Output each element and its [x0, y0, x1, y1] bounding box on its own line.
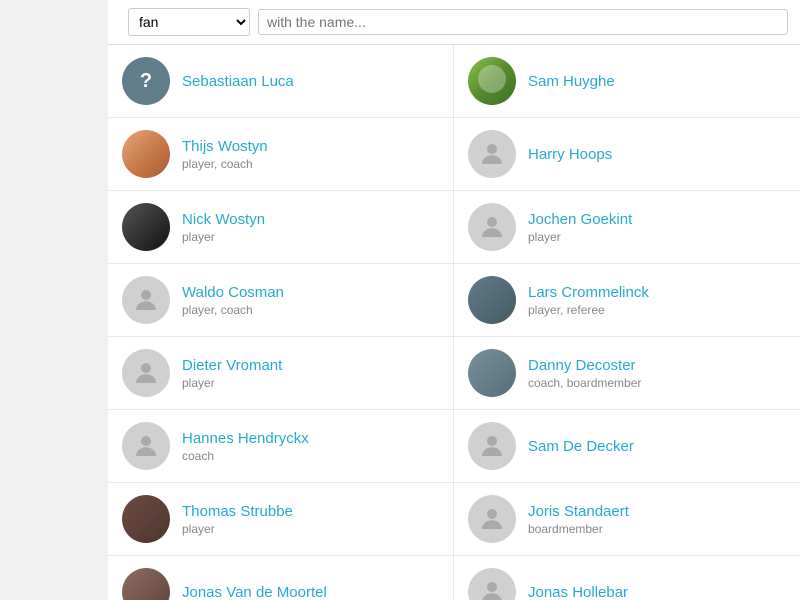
avatar — [122, 349, 170, 397]
search-select[interactable]: fanplayercoachrefereeboardmember — [128, 8, 250, 36]
search-input[interactable] — [258, 9, 788, 35]
person-card[interactable]: Nick Wostyn player — [108, 191, 454, 264]
person-name[interactable]: Sebastiaan Luca — [182, 73, 294, 90]
person-name[interactable]: Harry Hoops — [528, 146, 612, 163]
person-card[interactable]: Waldo Cosman player, coach — [108, 264, 454, 337]
person-role: coach — [182, 449, 309, 463]
person-name[interactable]: Thijs Wostyn — [182, 138, 268, 155]
person-info: Hannes Hendryckx coach — [182, 430, 309, 463]
person-info: Sam De Decker — [528, 438, 634, 455]
person-info: Danny Decoster coach, boardmember — [528, 357, 641, 390]
search-bar: fanplayercoachrefereeboardmember — [108, 0, 800, 45]
avatar — [468, 495, 516, 543]
person-card[interactable]: Thomas Strubbe player — [108, 483, 454, 556]
avatar — [468, 349, 516, 397]
person-name[interactable]: Jonas Hollebar — [528, 584, 628, 600]
avatar: ? — [122, 57, 170, 105]
avatar — [468, 57, 516, 105]
person-card[interactable]: Danny Decoster coach, boardmember — [454, 337, 800, 410]
person-name[interactable]: Waldo Cosman — [182, 284, 284, 301]
person-info: Lars Crommelinck player, referee — [528, 284, 649, 317]
avatar — [468, 422, 516, 470]
person-card[interactable]: Jonas Van de Moortel — [108, 556, 454, 600]
person-name[interactable]: Joris Standaert — [528, 503, 629, 520]
avatar — [468, 203, 516, 251]
person-role: player — [528, 230, 632, 244]
person-info: Jonas Hollebar — [528, 584, 628, 600]
main-content: fanplayercoachrefereeboardmember ? Sebas… — [108, 0, 800, 600]
person-role: boardmember — [528, 522, 629, 536]
page-wrapper: fanplayercoachrefereeboardmember ? Sebas… — [0, 0, 800, 600]
person-info: Jonas Van de Moortel — [182, 584, 327, 600]
person-role: player — [182, 522, 293, 536]
persons-grid: ? Sebastiaan Luca Sam Huyghe Thijs Wosty… — [108, 45, 800, 600]
person-card[interactable]: Jochen Goekint player — [454, 191, 800, 264]
person-card[interactable]: Jonas Hollebar — [454, 556, 800, 600]
avatar — [122, 203, 170, 251]
person-card[interactable]: Thijs Wostyn player, coach — [108, 118, 454, 191]
person-card[interactable]: ? Sebastiaan Luca — [108, 45, 454, 118]
person-role: player, coach — [182, 303, 284, 317]
person-role: player, coach — [182, 157, 268, 171]
person-info: Thomas Strubbe player — [182, 503, 293, 536]
person-role: player — [182, 230, 265, 244]
person-info: Joris Standaert boardmember — [528, 503, 629, 536]
person-info: Thijs Wostyn player, coach — [182, 138, 268, 171]
person-info: Sebastiaan Luca — [182, 73, 294, 90]
person-card[interactable]: Hannes Hendryckx coach — [108, 410, 454, 483]
sidebar — [0, 0, 108, 600]
avatar — [122, 276, 170, 324]
person-name[interactable]: Danny Decoster — [528, 357, 641, 374]
avatar — [122, 422, 170, 470]
person-name[interactable]: Sam Huyghe — [528, 73, 615, 90]
person-info: Dieter Vromant player — [182, 357, 282, 390]
person-name[interactable]: Lars Crommelinck — [528, 284, 649, 301]
person-card[interactable]: Joris Standaert boardmember — [454, 483, 800, 556]
person-name[interactable]: Hannes Hendryckx — [182, 430, 309, 447]
avatar — [122, 130, 170, 178]
person-info: Jochen Goekint player — [528, 211, 632, 244]
avatar — [122, 568, 170, 600]
person-card[interactable]: Dieter Vromant player — [108, 337, 454, 410]
avatar — [468, 130, 516, 178]
person-name[interactable]: Thomas Strubbe — [182, 503, 293, 520]
person-card[interactable]: Lars Crommelinck player, referee — [454, 264, 800, 337]
person-info: Nick Wostyn player — [182, 211, 265, 244]
person-card[interactable]: Harry Hoops — [454, 118, 800, 191]
person-card[interactable]: Sam Huyghe — [454, 45, 800, 118]
person-role: player — [182, 376, 282, 390]
person-name[interactable]: Dieter Vromant — [182, 357, 282, 374]
person-role: coach, boardmember — [528, 376, 641, 390]
avatar — [468, 276, 516, 324]
person-info: Harry Hoops — [528, 146, 612, 163]
person-name[interactable]: Nick Wostyn — [182, 211, 265, 228]
avatar — [122, 495, 170, 543]
person-info: Sam Huyghe — [528, 73, 615, 90]
person-role: player, referee — [528, 303, 649, 317]
person-card[interactable]: Sam De Decker — [454, 410, 800, 483]
person-info: Waldo Cosman player, coach — [182, 284, 284, 317]
avatar — [468, 568, 516, 600]
person-name[interactable]: Sam De Decker — [528, 438, 634, 455]
person-name[interactable]: Jonas Van de Moortel — [182, 584, 327, 600]
person-name[interactable]: Jochen Goekint — [528, 211, 632, 228]
